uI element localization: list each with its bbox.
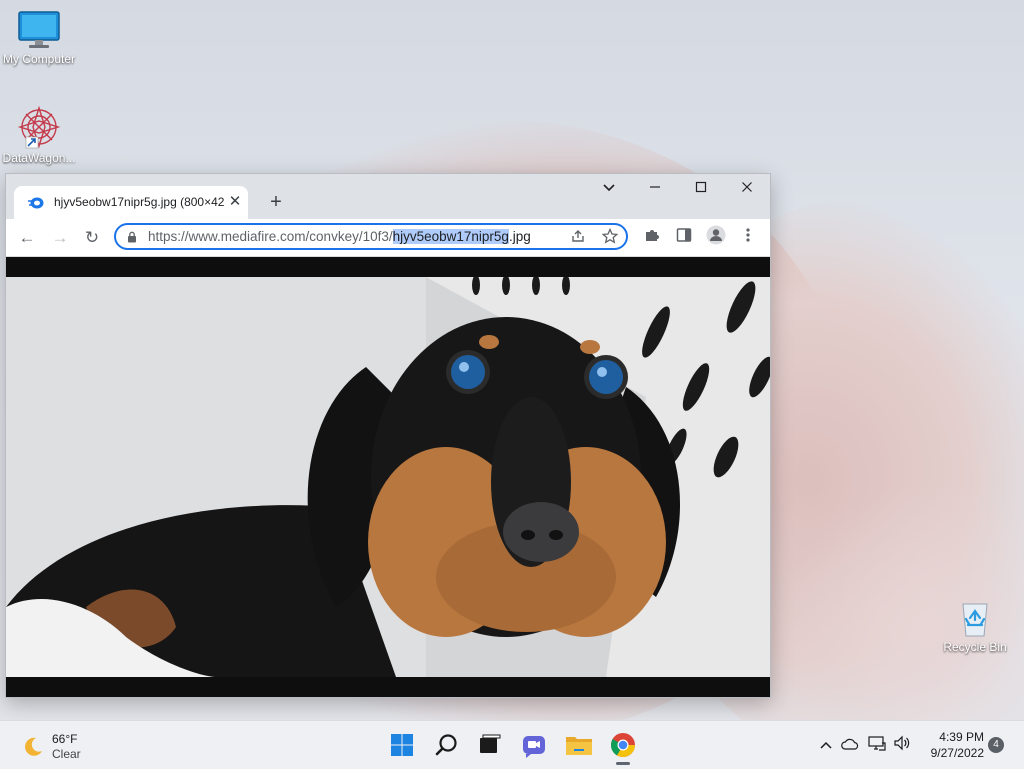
bookmark-star-icon[interactable]: [600, 227, 620, 248]
weather-temp: 66°F: [52, 732, 78, 746]
chrome-icon: [610, 733, 635, 758]
task-view-button[interactable]: [471, 728, 505, 762]
tab-title: hjyv5eobw17nipr5g.jpg (800×42: [54, 195, 224, 209]
back-button[interactable]: ←: [14, 225, 40, 251]
chevron-down-icon: [603, 184, 615, 192]
tab-close-icon[interactable]: ✕: [226, 193, 244, 211]
taskbar-clock[interactable]: 4:39 PM 9/27/2022: [914, 729, 984, 761]
side-panel-icon: [676, 228, 692, 242]
profile-button[interactable]: [703, 225, 729, 251]
monitor-icon: [18, 11, 60, 48]
address-bar[interactable]: https://www.mediafire.com/convkey/10f3/h…: [114, 223, 628, 250]
file-explorer-icon: [566, 737, 592, 755]
desktop-icon-recycle-bin[interactable]: Recycle Bin: [936, 598, 1014, 654]
chat-button[interactable]: [517, 728, 551, 762]
desktop-icon-datawagon[interactable]: DataWagon...: [0, 105, 78, 165]
taskbar: 66°F Clear 4:39 PM 9/27/2022 4: [0, 720, 1024, 769]
onedrive-cloud-icon: [841, 738, 859, 750]
dog-photo-icon: [6, 277, 770, 677]
minimize-button[interactable]: [632, 174, 678, 202]
task-view-icon: [480, 734, 501, 753]
reload-button[interactable]: ↻: [79, 225, 105, 251]
close-icon: [742, 182, 752, 192]
maximize-button[interactable]: [678, 174, 724, 202]
chat-icon: [523, 736, 545, 758]
url-suffix: .jpg: [508, 229, 531, 244]
dog-photo[interactable]: [6, 277, 770, 677]
minimize-icon: [650, 186, 660, 188]
volume-icon: [894, 735, 910, 751]
start-button[interactable]: [385, 728, 419, 762]
clock-time: 4:39 PM: [939, 730, 984, 744]
weather-widget[interactable]: 66°F Clear: [18, 730, 108, 762]
desktop-icon-my-computer[interactable]: My Computer: [0, 10, 78, 66]
volume-button[interactable]: [892, 735, 912, 755]
tab-search-dropdown-button[interactable]: [586, 174, 632, 202]
side-panel-button[interactable]: [671, 225, 697, 251]
search-icon: [435, 734, 457, 756]
share-icon[interactable]: [568, 228, 588, 248]
profile-icon: [706, 225, 726, 245]
file-explorer-button[interactable]: [562, 728, 596, 762]
new-tab-button[interactable]: +: [264, 191, 288, 215]
forward-button[interactable]: →: [47, 225, 73, 251]
mediafire-favicon-icon: [28, 197, 44, 209]
browser-toolbar: ← → ↻ https://www.mediafire.com/convkey/…: [6, 219, 770, 257]
tray-overflow-button[interactable]: [816, 735, 836, 755]
onedrive-button[interactable]: [840, 735, 860, 755]
url-prefix: https://www.mediafire.com/convkey/10f3/: [148, 229, 393, 244]
desktop-icon-label: DataWagon...: [2, 151, 76, 165]
network-icon: [868, 736, 886, 751]
desktop-icon-label: Recycle Bin: [943, 640, 1007, 654]
chevron-up-icon: [820, 741, 832, 749]
moon-icon: [25, 737, 42, 756]
weather-condition: Clear: [52, 747, 81, 761]
extensions-button[interactable]: [639, 225, 665, 251]
chrome-window[interactable]: hjyv5eobw17nipr5g.jpg (800×42 ✕ + ← → ↻ …: [5, 173, 771, 698]
menu-icon: [746, 228, 750, 242]
network-button[interactable]: [867, 735, 887, 755]
close-window-button[interactable]: [724, 174, 770, 202]
chrome-taskbar-button[interactable]: [606, 728, 640, 765]
clock-date: 9/27/2022: [930, 746, 984, 760]
lock-icon[interactable]: [126, 231, 138, 243]
extensions-icon: [646, 230, 659, 241]
address-url[interactable]: https://www.mediafire.com/convkey/10f3/h…: [148, 229, 531, 244]
maximize-icon: [695, 181, 707, 193]
taskbar-search-button[interactable]: [430, 728, 464, 762]
datawagon-shortcut-icon: [17, 105, 61, 149]
chrome-menu-button[interactable]: [735, 225, 761, 251]
tab-strip: hjyv5eobw17nipr5g.jpg (800×42 ✕ +: [6, 174, 770, 219]
url-selected-text: hjyv5eobw17nipr5g: [392, 229, 509, 244]
recycle-bin-icon: [962, 603, 988, 637]
notification-count-badge[interactable]: 4: [988, 737, 1004, 753]
tab-image[interactable]: hjyv5eobw17nipr5g.jpg (800×42 ✕: [14, 186, 248, 219]
page-viewport: [6, 257, 770, 697]
desktop-icon-label: My Computer: [2, 52, 76, 66]
start-icon: [391, 734, 413, 756]
